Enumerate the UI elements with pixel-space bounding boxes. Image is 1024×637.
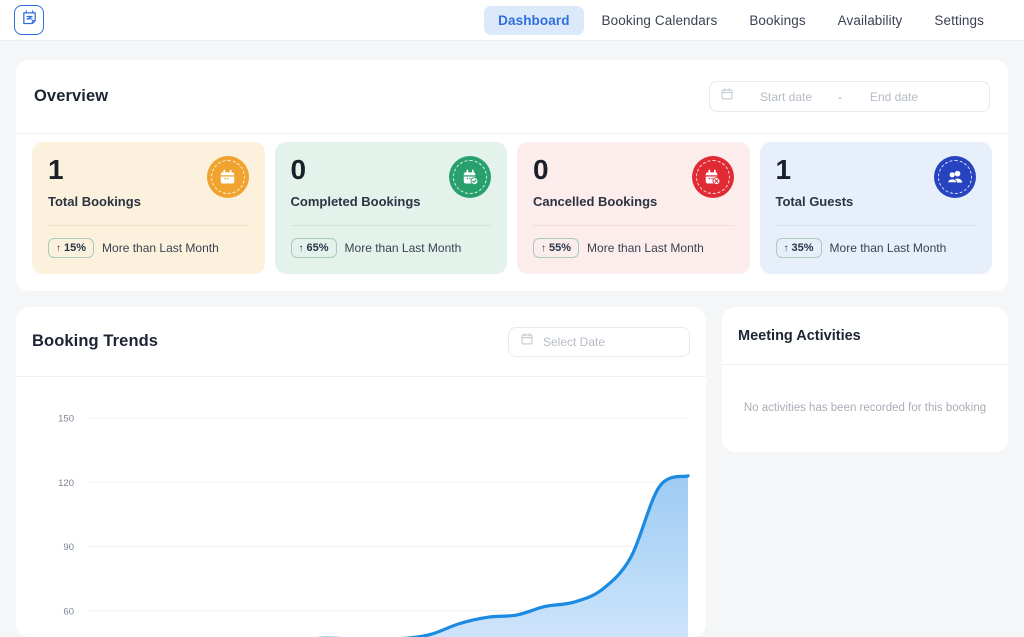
- status-badge: ↑ 15%: [48, 238, 94, 258]
- main-nav: Dashboard Booking Calendars Bookings Ava…: [484, 6, 998, 35]
- booking-trends-title: Booking Trends: [32, 332, 158, 351]
- stat-comparison-text: More than Last Month: [587, 241, 704, 255]
- stat-card-list: 1 Total Bookings ↑ 15% More than Last Mo…: [16, 134, 1008, 274]
- booking-trends-header: Booking Trends Select Date: [16, 307, 706, 377]
- booking-trends-chart: 60 90 120 150: [16, 377, 706, 637]
- dashed-ring: [211, 160, 245, 194]
- stat-card-total-bookings: 1 Total Bookings ↑ 15% More than Last Mo…: [32, 142, 265, 274]
- y-axis-tick-label: 90: [63, 542, 74, 553]
- end-date-input[interactable]: End date: [848, 90, 940, 104]
- arrow-up-icon: ↑: [541, 243, 546, 254]
- stat-comparison-text: More than Last Month: [830, 241, 947, 255]
- select-date-input[interactable]: Select Date: [543, 335, 605, 349]
- y-axis-tick-label: 150: [58, 414, 74, 425]
- top-navigation-bar: Dashboard Booking Calendars Bookings Ava…: [0, 0, 1024, 41]
- overview-panel: Overview Start date - End date 1 Total B…: [16, 60, 1008, 291]
- nav-item-availability[interactable]: Availability: [824, 6, 917, 35]
- empty-state-text: No activities has been recorded for this…: [744, 402, 986, 414]
- arrow-up-icon: ↑: [784, 243, 789, 254]
- stat-label: Total Bookings: [48, 194, 249, 209]
- meeting-activities-header: Meeting Activities: [722, 307, 1008, 365]
- stat-comparison-text: More than Last Month: [102, 241, 219, 255]
- nav-item-booking-calendars[interactable]: Booking Calendars: [588, 6, 732, 35]
- arrow-up-icon: ↑: [56, 243, 61, 254]
- y-axis-tick-label: 120: [58, 478, 74, 489]
- calendar-cancel-icon: [692, 156, 734, 198]
- calendar-icon: [207, 156, 249, 198]
- status-badge: ↑ 65%: [291, 238, 337, 258]
- stat-label: Cancelled Bookings: [533, 194, 734, 209]
- meeting-activities-panel: Meeting Activities No activities has bee…: [722, 307, 1008, 452]
- stat-comparison-text: More than Last Month: [345, 241, 462, 255]
- nav-item-bookings[interactable]: Bookings: [735, 6, 819, 35]
- page-title: Overview: [34, 87, 108, 106]
- calendar-check-icon: [449, 156, 491, 198]
- nav-item-settings[interactable]: Settings: [920, 6, 998, 35]
- stat-card-completed-bookings: 0 Completed Bookings ↑ 65% More than Las…: [275, 142, 508, 274]
- arrow-up-icon: ↑: [299, 243, 304, 254]
- start-date-input[interactable]: Start date: [740, 90, 832, 104]
- stat-footer: ↑ 55% More than Last Month: [533, 238, 704, 258]
- nav-item-dashboard[interactable]: Dashboard: [484, 6, 583, 35]
- y-axis-tick-label: 60: [63, 606, 74, 617]
- stat-card-cancelled-bookings: 0 Cancelled Bookings ↑ 55% More than Las…: [517, 142, 750, 274]
- divider: [533, 225, 734, 226]
- select-date-picker[interactable]: Select Date: [508, 327, 690, 357]
- date-range-separator: -: [838, 90, 842, 104]
- stat-percent: 65%: [307, 242, 329, 254]
- status-badge: ↑ 35%: [776, 238, 822, 258]
- calendar-note-icon: [21, 9, 38, 31]
- stat-percent: 15%: [64, 242, 86, 254]
- stat-card-total-guests: 1 Total Guests ↑ 35% More than Last Mont…: [760, 142, 993, 274]
- calendar-icon: [520, 332, 534, 351]
- stat-percent: 55%: [549, 242, 571, 254]
- divider: [48, 225, 249, 226]
- dashed-ring: [696, 160, 730, 194]
- stat-footer: ↑ 15% More than Last Month: [48, 238, 219, 258]
- divider: [776, 225, 977, 226]
- chart-area-fill: [88, 476, 688, 637]
- calendar-icon: [720, 87, 734, 106]
- stat-footer: ↑ 35% More than Last Month: [776, 238, 947, 258]
- dashed-ring: [453, 160, 487, 194]
- booking-trends-panel: Booking Trends Select Date 60 90 120 150: [16, 307, 706, 637]
- meeting-activities-title: Meeting Activities: [738, 328, 861, 344]
- meeting-activities-body: No activities has been recorded for this…: [722, 365, 1008, 451]
- dashed-ring: [938, 160, 972, 194]
- status-badge: ↑ 55%: [533, 238, 579, 258]
- stat-percent: 35%: [792, 242, 814, 254]
- date-range-picker[interactable]: Start date - End date: [709, 81, 990, 112]
- overview-header: Overview Start date - End date: [16, 60, 1008, 134]
- divider: [291, 225, 492, 226]
- area-chart-svg: 60 90 120 150: [16, 377, 706, 637]
- app-logo[interactable]: [14, 5, 44, 35]
- users-icon: [934, 156, 976, 198]
- stat-footer: ↑ 65% More than Last Month: [291, 238, 462, 258]
